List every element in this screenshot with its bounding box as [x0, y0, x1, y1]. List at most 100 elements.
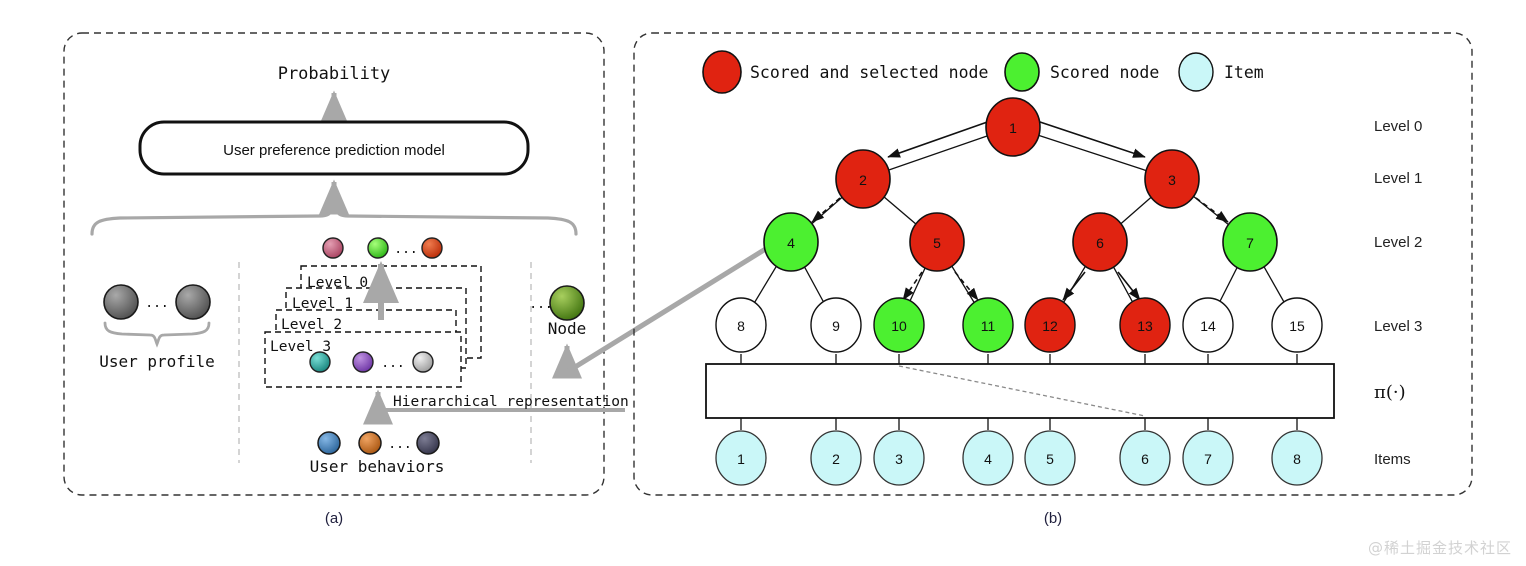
tree-node-7[interactable]: 7 [1222, 212, 1278, 272]
embedding-row-top [322, 237, 443, 259]
node-id: 15 [1289, 318, 1305, 334]
arrow-6-to-12 [1062, 271, 1086, 301]
probability-label: Probability [278, 64, 391, 84]
hierarchical-label: Hierarchical representation [393, 394, 629, 410]
level-box-1-label: Level 1 [292, 296, 353, 312]
item-4[interactable]: 4 [962, 430, 1014, 486]
item-2[interactable]: 2 [810, 430, 862, 486]
item-3[interactable]: 3 [873, 430, 925, 486]
node-id: 14 [1200, 318, 1216, 334]
legend-label-item: Item [1224, 63, 1264, 82]
tree-node-2[interactable]: 2 [835, 149, 891, 209]
level-label-3: Level 3 [1374, 318, 1422, 335]
node-sphere [549, 285, 585, 321]
user-profile-group: ... [103, 284, 211, 348]
user-profile-label: User profile [99, 352, 215, 371]
tree-node-3[interactable]: 3 [1144, 149, 1200, 209]
user-behaviors-label: User behaviors [310, 457, 445, 476]
level-label-0: Level 0 [1374, 118, 1422, 135]
node-id: 1 [1009, 120, 1017, 136]
node-ellipsis: ... [529, 297, 552, 312]
node-id: 10 [891, 318, 907, 334]
user-behavior-sphere [416, 431, 440, 455]
tree-node-9[interactable]: 9 [810, 297, 862, 353]
arrow-2-to-4 [811, 197, 841, 223]
item-id: 3 [895, 451, 903, 467]
item-1[interactable]: 1 [715, 430, 767, 486]
node-id: 13 [1137, 318, 1153, 334]
policy-label: π(·) [1374, 382, 1406, 403]
tree-node-12[interactable]: 12 [1024, 297, 1076, 353]
items-label: Items [1374, 451, 1411, 468]
tree-node-1[interactable]: 1 [985, 97, 1041, 157]
level3-ellipsis: ... [381, 356, 404, 371]
user-behaviors-ellipsis: ... [388, 437, 411, 452]
panel-b-caption: (b) [1043, 510, 1063, 527]
user-behavior-sphere [358, 431, 382, 455]
level3-sphere [412, 351, 434, 373]
user-profile-sphere [175, 284, 211, 320]
node-id: 2 [859, 172, 867, 188]
tree-node-5[interactable]: 5 [909, 212, 965, 272]
policy-box[interactable] [705, 363, 1335, 419]
legend-swatch-selected [702, 50, 742, 94]
item-id: 7 [1204, 451, 1212, 467]
tree-node-14[interactable]: 14 [1182, 297, 1234, 353]
embedding-sphere [322, 237, 344, 259]
panel-b-border [633, 32, 1473, 496]
level3-sphere [352, 351, 374, 373]
panel-a-caption: (a) [324, 510, 344, 527]
user-profile-sphere [103, 284, 139, 320]
node-id: 7 [1246, 235, 1254, 251]
legend-label-scored: Scored node [1050, 63, 1159, 82]
node-id: 8 [737, 318, 745, 334]
embedding-sphere [367, 237, 389, 259]
tree-edges [740, 126, 1298, 326]
model-box-label: User preference prediction model [223, 142, 445, 159]
item-id: 4 [984, 451, 992, 467]
tree-node-15[interactable]: 15 [1271, 297, 1323, 353]
tree-arrows-dashed [811, 197, 1229, 301]
tree-node-8[interactable]: 8 [715, 297, 767, 353]
item-7[interactable]: 7 [1182, 430, 1234, 486]
level3-sphere [309, 351, 331, 373]
level-label-2: Level 2 [1374, 234, 1422, 251]
item-stems [740, 418, 1298, 430]
tree-node-11[interactable]: 11 [962, 297, 1014, 353]
tree-node-10[interactable]: 10 [873, 297, 925, 353]
legend-label-selected: Scored and selected node [750, 63, 988, 82]
leaf-stems [740, 354, 1298, 364]
tree-node-13[interactable]: 13 [1119, 297, 1171, 353]
embedding-sphere [421, 237, 443, 259]
item-id: 6 [1141, 451, 1149, 467]
item-id: 8 [1293, 451, 1301, 467]
item-id: 2 [832, 451, 840, 467]
node-id: 3 [1168, 172, 1176, 188]
level-label-1: Level 1 [1374, 170, 1422, 187]
legend: Scored and selected node Scored node Ite… [702, 50, 1264, 94]
item-5[interactable]: 5 [1024, 430, 1076, 486]
legend-swatch-scored [1004, 52, 1040, 92]
node-id: 5 [933, 235, 941, 251]
node-id: 12 [1042, 318, 1058, 334]
tree-node-4[interactable]: 4 [763, 212, 819, 272]
item-id: 1 [737, 451, 745, 467]
node-id: 11 [981, 318, 996, 334]
item-6[interactable]: 6 [1119, 430, 1171, 486]
item-8[interactable]: 8 [1271, 430, 1323, 486]
node-id: 6 [1096, 235, 1104, 251]
node-label: Node [548, 319, 587, 338]
tree-node-6[interactable]: 6 [1072, 212, 1128, 272]
user-behaviors-group: ... [317, 431, 440, 455]
panel-b [633, 32, 1473, 496]
embedding-ellipsis: ... [394, 242, 417, 257]
item-id: 5 [1046, 451, 1054, 467]
legend-swatch-item [1178, 52, 1214, 92]
user-behavior-sphere [317, 431, 341, 455]
level-box-2-label: Level 2 [281, 317, 342, 333]
node-id: 4 [787, 235, 795, 251]
watermark: @稀土掘金技术社区 [1367, 539, 1512, 557]
user-profile-brace [103, 321, 211, 348]
node-id: 9 [832, 318, 840, 334]
level-box-0-label: Level 0 [307, 275, 368, 291]
